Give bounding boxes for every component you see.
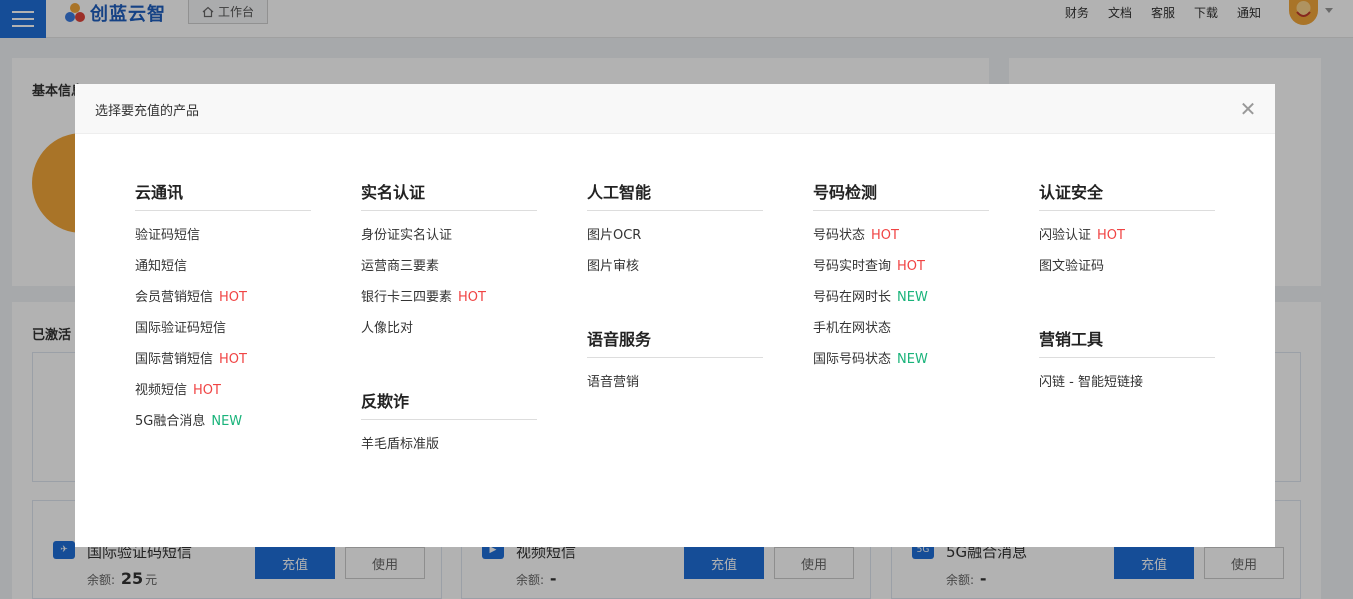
category-title: 实名认证 [361,181,537,211]
modal-title: 选择要充值的产品 [95,104,200,119]
product-item[interactable]: 闪链 - 智能短链接 [1039,367,1215,398]
product-item[interactable]: 视频短信 HOT [135,375,311,406]
new-badge: NEW [211,414,243,429]
modal-header: 选择要充值的产品 ✕ [75,84,1275,134]
product-item[interactable]: 通知短信 [135,251,311,282]
product-item[interactable]: 验证码短信 [135,220,311,251]
product-item-label: 号码状态 [813,228,866,243]
product-list: 羊毛盾标准版 [361,429,537,460]
product-list: 闪验认证 HOT 图文验证码 [1039,220,1215,282]
product-item-label: 羊毛盾标准版 [361,437,440,452]
hot-badge: HOT [1097,228,1125,243]
category-title: 人工智能 [587,181,763,211]
product-item-label: 号码实时查询 [813,259,892,274]
category-title: 号码检测 [813,181,989,211]
product-item[interactable]: 图片OCR [587,220,763,251]
product-item-label: 国际验证码短信 [135,321,227,336]
category-title: 云通讯 [135,181,311,211]
category-title: 认证安全 [1039,181,1215,211]
product-item-label: 图片OCR [587,228,642,243]
product-item-label: 身份证实名认证 [361,228,453,243]
product-category: 反欺诈 羊毛盾标准版 [361,390,537,460]
product-category: 营销工具闪链 - 智能短链接 [1039,328,1215,398]
hot-badge: HOT [193,383,221,398]
product-item[interactable]: 图文验证码 [1039,251,1215,282]
product-list: 闪链 - 智能短链接 [1039,367,1215,398]
product-category: 认证安全闪验认证 HOT 图文验证码 [1039,181,1215,282]
hot-badge: HOT [219,352,247,367]
product-item[interactable]: 运营商三要素 [361,251,537,282]
product-item-label: 5G融合消息 [135,414,206,429]
product-item[interactable]: 手机在网状态 [813,313,989,344]
hot-badge: HOT [871,228,899,243]
product-item[interactable]: 人像比对 [361,313,537,344]
close-icon[interactable]: ✕ [1237,97,1259,121]
product-category: 号码检测 号码状态 HOT 号码实时查询 HOT 号码在网时长 NEW 手机在网状态 国际号码状… [813,181,989,375]
product-item-label: 视频短信 [135,383,188,398]
product-item-label: 国际号码状态 [813,352,892,367]
product-item[interactable]: 图片审核 [587,251,763,282]
product-category: 实名认证身份证实名认证 运营商三要素 银行卡三四要素 HOT 人像比对 [361,181,537,344]
hot-badge: HOT [897,259,925,274]
product-list: 语音营销 [587,367,763,398]
product-item[interactable]: 国际验证码短信 [135,313,311,344]
new-badge: NEW [897,352,928,367]
product-item[interactable]: 身份证实名认证 [361,220,537,251]
product-item-label: 闪验认证 [1039,228,1092,243]
product-item-label: 手机在网状态 [813,321,892,336]
product-item[interactable]: 号码状态 HOT [813,220,989,251]
product-category: 人工智能图片OCR 图片审核 [587,181,763,282]
product-category: 语音服务 语音营销 [587,328,763,398]
product-item-label: 通知短信 [135,259,188,274]
product-item-label: 图片审核 [587,259,640,274]
product-item[interactable]: 号码实时查询 HOT [813,251,989,282]
product-category: 云通讯 验证码短信 通知短信 会员营销短信 HOT 国际验证码短信 国际营销短信 HOT 视频短… [135,181,311,437]
product-item-label: 人像比对 [361,321,414,336]
hot-badge: HOT [219,290,247,305]
product-item[interactable]: 羊毛盾标准版 [361,429,537,460]
hot-badge: HOT [458,290,486,305]
product-item[interactable]: 闪验认证 HOT [1039,220,1215,251]
product-item-label: 闪链 - 智能短链接 [1039,375,1143,390]
product-item[interactable]: 国际号码状态 NEW [813,344,989,375]
product-list: 身份证实名认证 运营商三要素 银行卡三四要素 HOT 人像比对 [361,220,537,344]
new-badge: NEW [897,290,928,305]
product-item[interactable]: 银行卡三四要素 HOT [361,282,537,313]
product-item-label: 国际营销短信 [135,352,214,367]
product-list: 号码状态 HOT 号码实时查询 HOT 号码在网时长 NEW 手机在网状态 国际号码状态 NEW [813,220,989,375]
category-title: 反欺诈 [361,390,537,420]
product-item-label: 银行卡三四要素 [361,290,453,305]
product-item-label: 会员营销短信 [135,290,214,305]
product-item-label: 验证码短信 [135,228,201,243]
category-title: 营销工具 [1039,328,1215,358]
product-item[interactable]: 语音营销 [587,367,763,398]
product-list: 验证码短信通知短信会员营销短信 HOT 国际验证码短信 国际营销短信 HOT 视频短信 HO… [135,220,311,437]
product-item-label: 语音营销 [587,375,640,390]
category-title: 语音服务 [587,328,763,358]
product-item-label: 运营商三要素 [361,259,440,274]
product-item[interactable]: 号码在网时长 NEW [813,282,989,313]
product-item[interactable]: 会员营销短信 HOT [135,282,311,313]
product-item[interactable]: 5G融合消息 NEW [135,406,311,437]
product-item-label: 号码在网时长 [813,290,892,305]
product-item-label: 图文验证码 [1039,259,1105,274]
product-list: 图片OCR 图片审核 [587,220,763,282]
recharge-product-modal: 选择要充值的产品 ✕ 云通讯 验证码短信 通知短信 会员营销短信 HOT 国际验证码短信国… [75,84,1275,547]
product-item[interactable]: 国际营销短信 HOT [135,344,311,375]
